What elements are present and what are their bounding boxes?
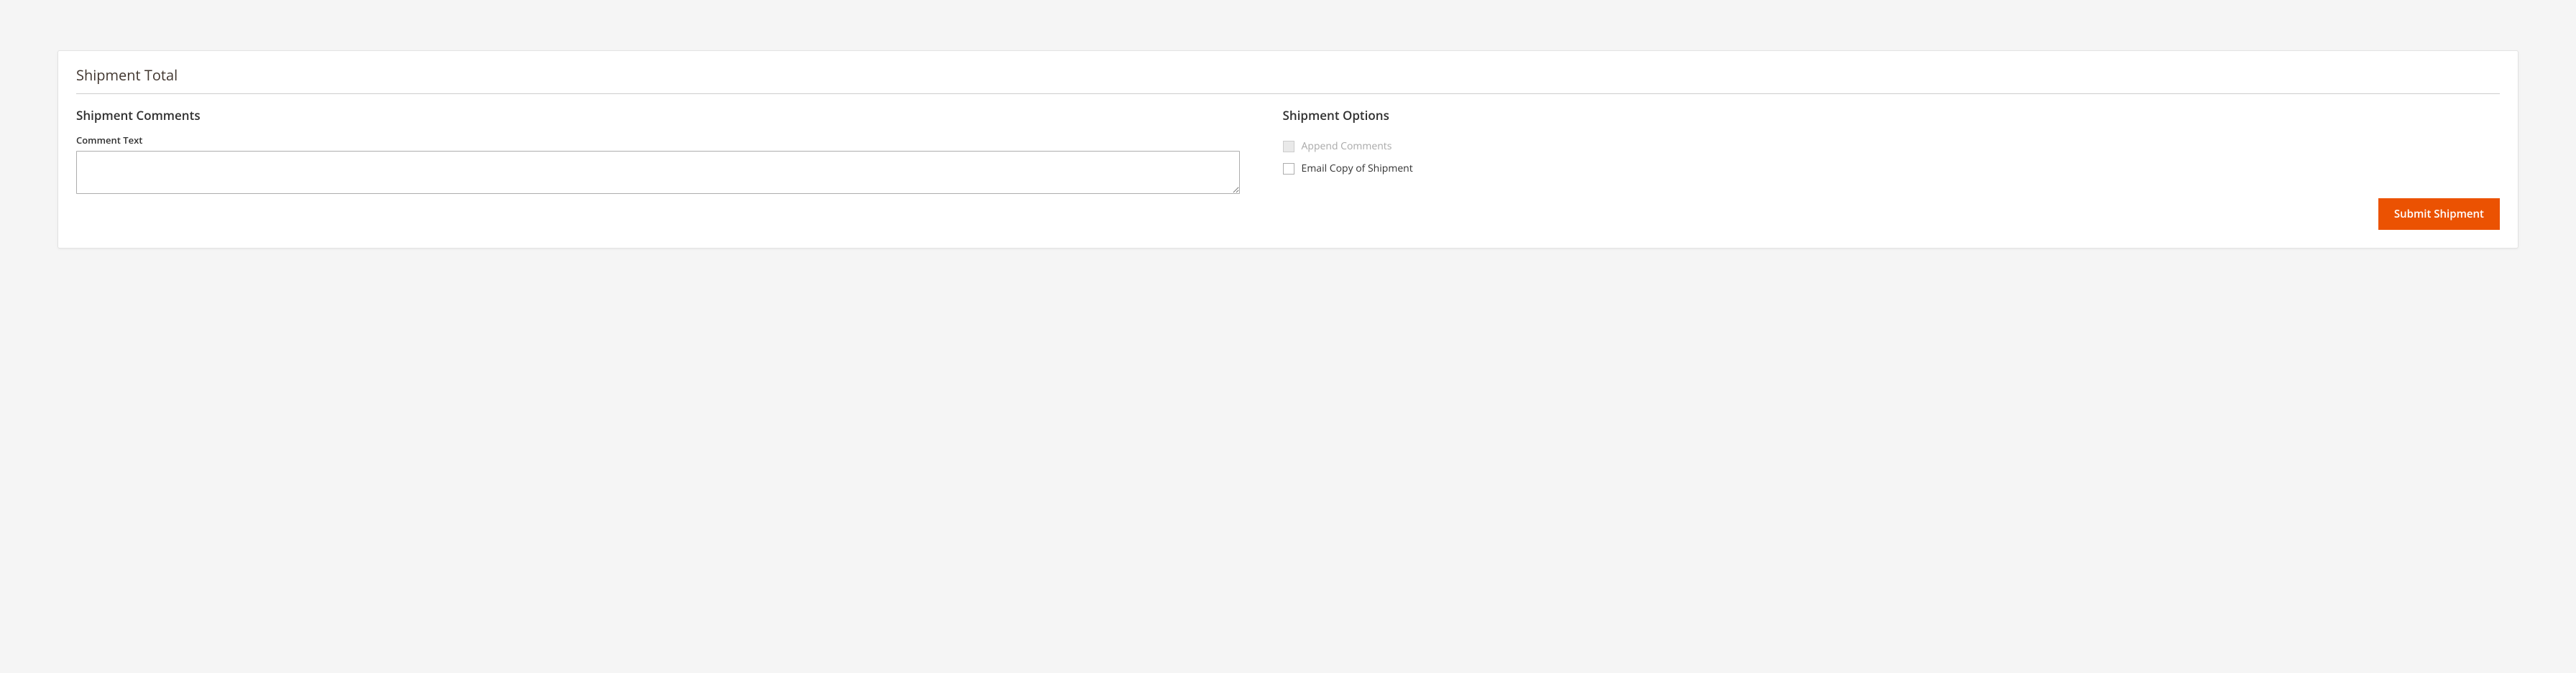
shipment-total-panel: Shipment Total Shipment Comments Comment… [58,50,2518,249]
columns-wrapper: Shipment Comments Comment Text Shipment … [76,107,2500,230]
email-copy-checkbox[interactable] [1283,163,1294,175]
append-comments-row: Append Comments [1283,139,2500,153]
options-heading: Shipment Options [1283,107,2500,124]
submit-shipment-button[interactable]: Submit Shipment [2378,198,2500,230]
append-comments-label: Append Comments [1302,139,1392,153]
comment-text-input[interactable] [76,151,1240,194]
email-copy-row[interactable]: Email Copy of Shipment [1283,162,2500,175]
append-comments-checkbox [1283,141,1294,152]
comment-text-label: Comment Text [76,134,1240,147]
shipment-comments-section: Shipment Comments Comment Text [76,107,1240,230]
actions-bar: Submit Shipment [1283,198,2500,230]
comments-heading: Shipment Comments [76,107,1240,124]
shipment-options-section: Shipment Options Append Comments Email C… [1283,107,2500,230]
panel-title: Shipment Total [76,65,2500,94]
email-copy-label: Email Copy of Shipment [1302,162,1413,175]
